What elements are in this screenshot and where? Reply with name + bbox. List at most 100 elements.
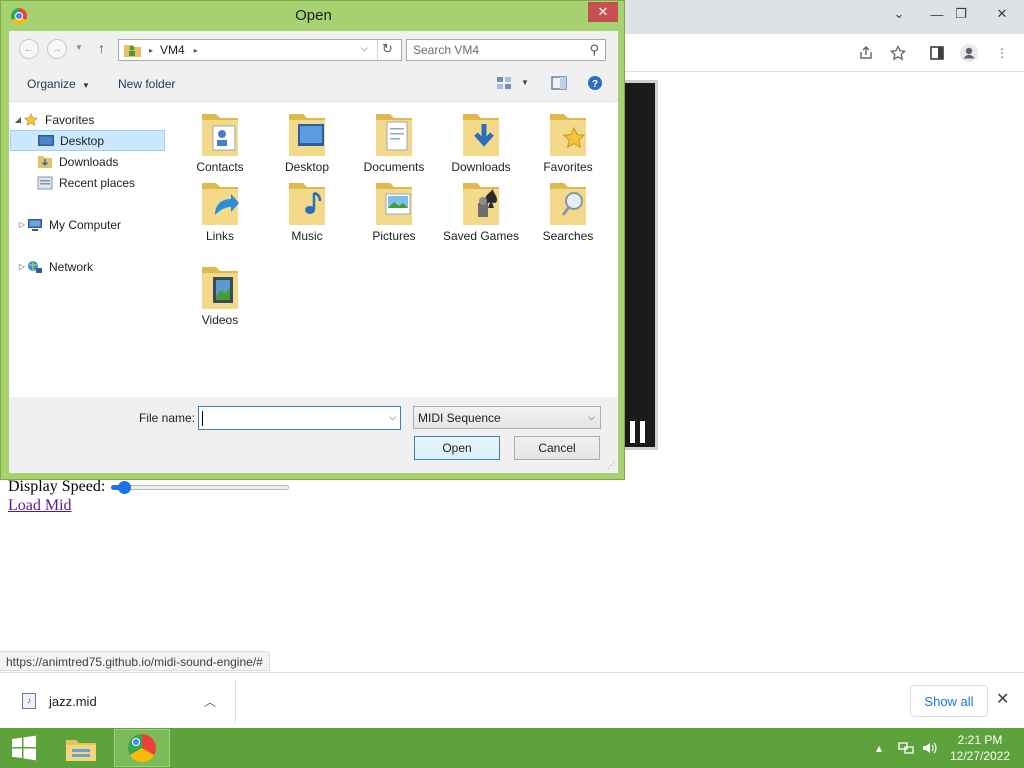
folder-label: Downloads: [451, 160, 511, 174]
start-button[interactable]: [0, 728, 48, 768]
collapsed-arrow-icon[interactable]: ▷: [17, 262, 27, 271]
file-name-history-chevron-icon[interactable]: ⌵: [389, 412, 396, 423]
tree-item-favorites[interactable]: ◢ Favorites: [13, 109, 163, 130]
dialog-titlebar[interactable]: Open ✕: [1, 1, 626, 31]
refresh-icon[interactable]: ↻: [382, 41, 393, 57]
restore-button[interactable]: ❐: [944, 0, 978, 28]
back-arrow-icon[interactable]: ←: [19, 39, 39, 59]
organize-menu[interactable]: Organize ▼: [27, 77, 90, 91]
dialog-close-button[interactable]: ✕: [588, 2, 618, 22]
tab-search-chevron-icon[interactable]: ⌄: [882, 0, 916, 28]
tree-item-downloads[interactable]: Downloads: [37, 151, 165, 172]
chrome-taskbar-button[interactable]: [114, 729, 170, 767]
show-all-button[interactable]: Show all: [910, 685, 988, 717]
taskbar: ▴ 2:21 PM 12/27/2022: [0, 728, 1024, 768]
chevron-down-icon: ▼: [82, 81, 90, 90]
folder-label: Desktop: [284, 160, 330, 174]
download-item[interactable]: ♪ jazz.mid ︿: [0, 679, 236, 723]
up-arrow-icon[interactable]: ↑: [98, 40, 105, 56]
forward-arrow-icon[interactable]: →: [47, 39, 67, 59]
recent-locations-chevron-icon[interactable]: ▼: [75, 43, 83, 52]
status-url: https://animtred75.github.io/midi-sound-…: [0, 651, 270, 671]
address-history-chevron-icon[interactable]: ⌵: [361, 43, 368, 54]
slider-thumb[interactable]: [118, 481, 132, 494]
folder-contacts[interactable]: Contacts: [177, 108, 263, 174]
content-pane: ◢ Favorites Desktop Downloads Recent pla…: [9, 101, 618, 397]
folder-label: Pictures: [372, 229, 416, 243]
chevron-down-icon: ⌵: [588, 412, 595, 422]
breadcrumb-separator-icon[interactable]: ▸: [194, 46, 198, 55]
folder-favorites[interactable]: Favorites: [525, 108, 611, 174]
share-icon[interactable]: [853, 40, 879, 66]
change-view-icon[interactable]: [496, 75, 512, 94]
slider-track: [111, 485, 290, 490]
collapsed-arrow-icon[interactable]: ▷: [17, 220, 27, 229]
tray-overflow-icon[interactable]: ▴: [876, 728, 882, 768]
close-window-button[interactable]: ✕: [985, 0, 1019, 28]
folder-grid: Contacts Desktop Documents Downloads Fav…: [166, 102, 618, 398]
folder-downloads[interactable]: Downloads: [438, 108, 524, 174]
bookmark-star-icon[interactable]: [885, 40, 911, 66]
dialog-footer: File name: ⌵ MIDI Sequence ⌵ Open Cancel: [9, 397, 618, 473]
search-input[interactable]: Search VM4 ⚲: [406, 39, 606, 61]
address-bar[interactable]: ▸ VM4 ▸ ⌵ ↻: [118, 39, 402, 61]
contacts-folder-icon: [202, 114, 238, 156]
volume-tray-icon[interactable]: [921, 728, 939, 768]
tree-label: Favorites: [45, 112, 95, 127]
tree-item-network[interactable]: ▷ Network: [17, 256, 165, 277]
folder-saved-games[interactable]: Saved Games: [438, 177, 524, 243]
file-explorer-icon: [66, 740, 96, 761]
search-placeholder: Search VM4: [413, 43, 480, 57]
new-folder-button[interactable]: New folder: [118, 77, 175, 91]
folder-videos[interactable]: Videos: [177, 261, 263, 327]
view-options-chevron-icon[interactable]: ▼: [521, 78, 529, 87]
file-explorer-taskbar-button[interactable]: [53, 729, 109, 767]
open-button[interactable]: Open: [414, 436, 500, 460]
folder-label: Searches: [542, 229, 594, 243]
folder-searches[interactable]: Searches: [525, 177, 611, 243]
system-clock[interactable]: 2:21 PM 12/27/2022: [948, 732, 1012, 764]
breadcrumb-vm4[interactable]: VM4: [160, 43, 185, 57]
folder-label: Documents: [363, 160, 425, 174]
tree-item-desktop[interactable]: Desktop: [10, 130, 165, 151]
folder-label: Saved Games: [442, 229, 520, 243]
piano-roll-canvas[interactable]: [624, 80, 658, 450]
chrome-icon: [128, 734, 156, 762]
speed-slider[interactable]: [111, 479, 291, 495]
folder-label: Links: [205, 229, 234, 243]
download-file-name: jazz.mid: [49, 693, 97, 709]
searches-folder-icon: [550, 183, 586, 225]
network-icon: [28, 260, 42, 273]
preview-pane-icon[interactable]: [551, 75, 567, 94]
folder-documents[interactable]: Documents: [351, 108, 437, 174]
speed-label: Display Speed:: [8, 478, 106, 495]
file-type-select[interactable]: MIDI Sequence ⌵: [413, 406, 601, 429]
close-download-bar-icon[interactable]: ✕: [996, 689, 1009, 709]
menu-kebab-icon[interactable]: ⋮: [989, 40, 1015, 66]
folder-label: Music: [291, 229, 323, 243]
desktop-folder-icon: [289, 114, 325, 156]
search-icon[interactable]: ⚲: [589, 42, 599, 58]
expanded-arrow-icon[interactable]: ◢: [13, 115, 23, 124]
network-tray-icon[interactable]: [897, 728, 915, 768]
help-icon[interactable]: ?: [587, 75, 603, 94]
folder-music[interactable]: Music: [264, 177, 350, 243]
folder-pictures[interactable]: Pictures: [351, 177, 437, 243]
file-name-label: File name:: [139, 411, 196, 425]
tree-item-my-computer[interactable]: ▷ My Computer: [17, 214, 165, 235]
resize-grip-icon[interactable]: ⋰: [607, 461, 615, 470]
piano-key: [630, 421, 635, 443]
side-panel-icon[interactable]: [924, 40, 950, 66]
recent-places-icon: [37, 176, 53, 189]
folder-links[interactable]: Links: [177, 177, 263, 243]
file-name-input[interactable]: ⌵: [198, 406, 401, 430]
profile-avatar-icon[interactable]: [956, 40, 982, 66]
computer-icon: [28, 218, 42, 231]
tree-item-recent-places[interactable]: Recent places: [37, 172, 165, 193]
chevron-up-icon[interactable]: ︿: [204, 693, 216, 710]
load-mid-link[interactable]: Load Mid: [8, 497, 72, 515]
folder-desktop[interactable]: Desktop: [264, 108, 350, 174]
dialog-body: ← → ▼ ↑ ▸ VM4 ▸ ⌵ ↻ Search VM4 ⚲ Organiz…: [9, 31, 618, 473]
clock-date: 12/27/2022: [949, 749, 1011, 763]
cancel-button[interactable]: Cancel: [514, 436, 600, 460]
